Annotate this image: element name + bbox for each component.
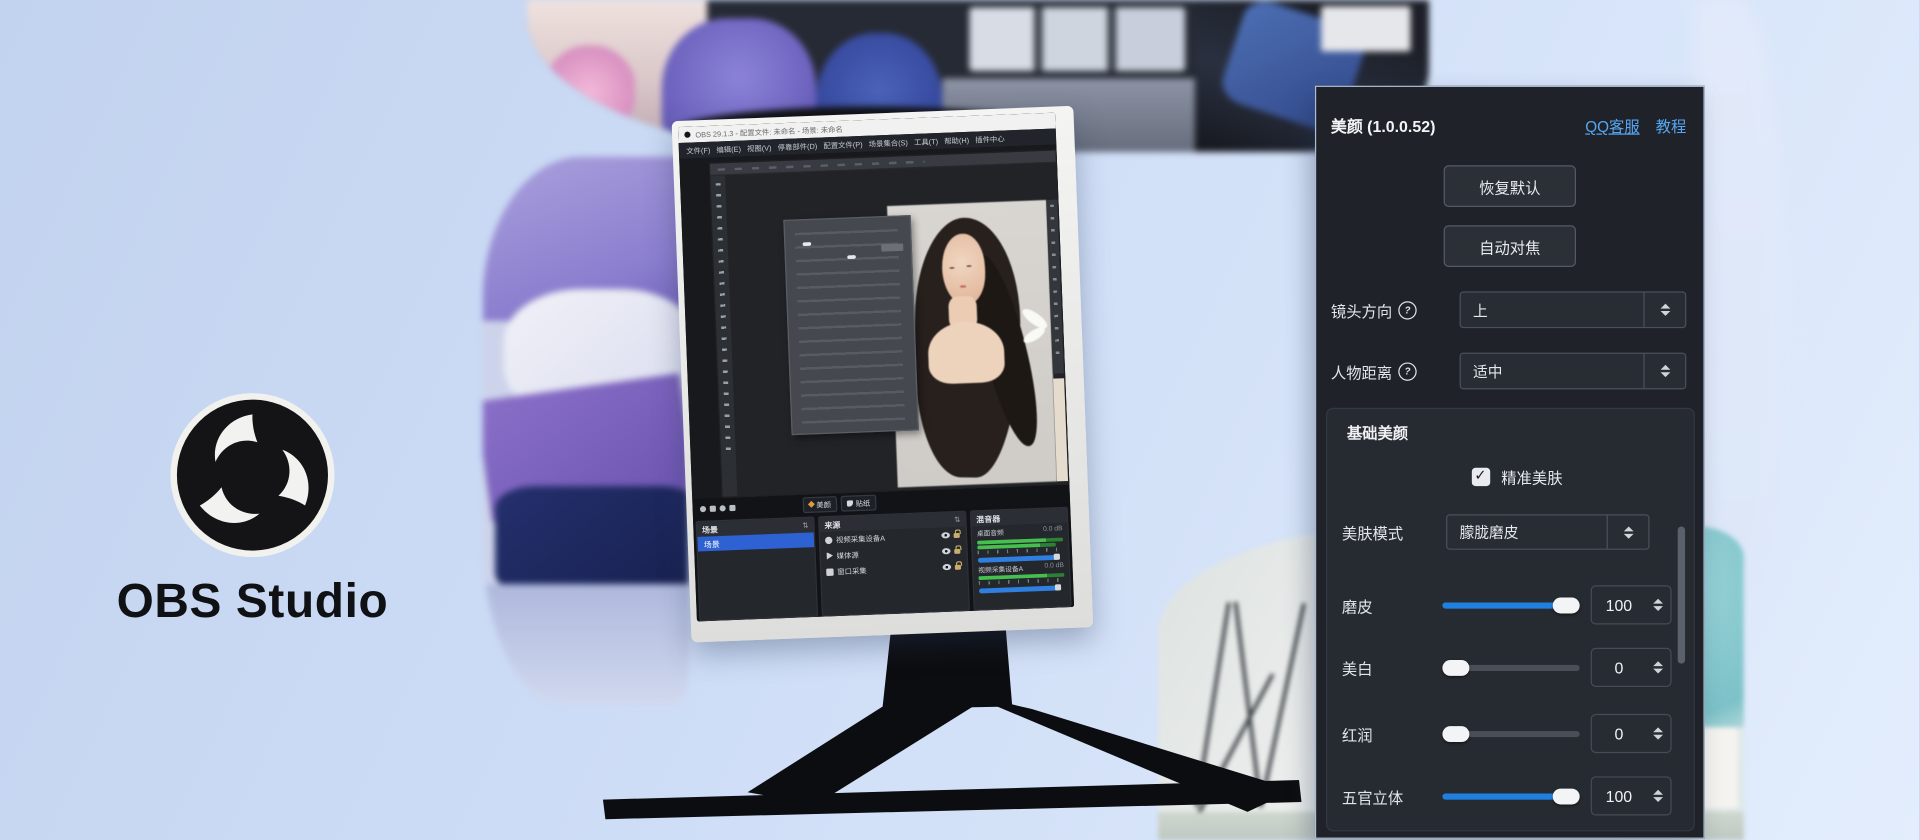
precise-skin-checkbox-row[interactable]: 精准美肤	[1472, 465, 1563, 488]
visibility-icon[interactable]	[942, 564, 951, 570]
menu-scene-collection[interactable]: 场景集合(S)	[868, 137, 908, 150]
background-glow-right	[1696, 0, 1787, 600]
help-icon[interactable]	[1398, 301, 1416, 319]
select-spinner[interactable]	[1607, 516, 1649, 549]
beauty-plugin-window: 美颜 (1.0.0.52) QQ客服 教程 恢复默认 自动对焦 镜头方向 上 人…	[1315, 86, 1705, 839]
slider-track[interactable]	[1442, 664, 1579, 670]
menu-file[interactable]: 文件(F)	[686, 144, 711, 156]
beauty-icon	[808, 501, 815, 508]
slider-handle[interactable]	[1442, 659, 1469, 675]
menu-profile[interactable]: 配置文件(P)	[823, 138, 863, 151]
smoothing-slider-row: 磨皮 100	[1342, 587, 1677, 624]
sticker-icon	[847, 500, 853, 506]
visibility-icon[interactable]	[942, 548, 951, 554]
slider-track[interactable]	[1442, 730, 1579, 736]
basic-beauty-group: 基础美颜 精准美肤 美肤模式 朦胧磨皮 磨皮 100	[1326, 408, 1695, 832]
value-spinner[interactable]	[1646, 587, 1671, 624]
app-name: OBS Studio	[44, 576, 461, 630]
checkbox-checked[interactable]	[1472, 468, 1490, 486]
skin-mode-row: 美肤模式 朦胧磨皮	[1342, 514, 1677, 550]
camera-direction-row: 镜头方向 上	[1331, 291, 1686, 328]
lock-icon[interactable]	[954, 548, 960, 553]
beauty-dock-button[interactable]: 美颜	[803, 495, 838, 512]
menu-docks[interactable]: 停靠部件(D)	[777, 140, 817, 153]
select-spinner[interactable]	[1643, 354, 1685, 388]
mixer-header: 混音器	[976, 512, 1000, 525]
beauty-panel-title: 美颜 (1.0.0.52)	[1331, 114, 1435, 137]
rosy-value-box[interactable]: 0	[1591, 714, 1672, 753]
obs-titlebar-icon	[684, 132, 690, 138]
person-distance-row: 人物距离 适中	[1331, 353, 1686, 390]
sources-collapse-icon[interactable]: ⇅	[954, 515, 960, 524]
slider-handle[interactable]	[1553, 788, 1580, 804]
dock-mini-icons	[700, 504, 736, 511]
person-distance-select[interactable]: 适中	[1460, 353, 1687, 390]
menu-plugin-center[interactable]: 插件中心	[975, 133, 1005, 145]
mixer-panel: 混音器 桌面音频 0.0 dB 视频采集设备A 0.0 dB	[970, 507, 1072, 611]
mixer-channel-label: 桌面音频 0.0 dB	[977, 525, 1063, 538]
select-spinner[interactable]	[1643, 293, 1685, 327]
menu-tools[interactable]: 工具(T)	[914, 136, 939, 148]
slider-handle[interactable]	[1553, 597, 1580, 613]
skin-mode-select[interactable]: 朦胧磨皮	[1446, 514, 1649, 550]
obs-logo	[170, 393, 334, 557]
autofocus-button[interactable]: 自动对焦	[1444, 225, 1576, 267]
volume-slider[interactable]	[979, 585, 1060, 592]
editor-window	[709, 149, 1070, 498]
editor-canvas	[725, 163, 1068, 496]
qq-support-link[interactable]: QQ客服	[1585, 114, 1639, 137]
monitor: OBS 29.1.3 - 配置文件: 未命名 - 场景: 未命名 文件(F) 编…	[672, 106, 1094, 643]
scenes-header: 场景	[702, 523, 718, 536]
help-icon[interactable]	[1398, 362, 1416, 380]
tutorial-link[interactable]: 教程	[1656, 114, 1687, 137]
menu-view[interactable]: 视图(V)	[747, 142, 772, 154]
basic-beauty-title: 基础美颜	[1347, 420, 1408, 443]
value-spinner[interactable]	[1646, 715, 1671, 752]
scenes-panel: 场景 ⇅ 场景	[696, 516, 819, 621]
editor-floating-panel	[783, 215, 919, 435]
scene-item-selected[interactable]: 场景	[697, 532, 814, 551]
restore-defaults-button[interactable]: 恢复默认	[1444, 165, 1576, 207]
facial-depth-slider-row: 五官立体 100	[1342, 778, 1677, 815]
window-capture-icon	[826, 568, 834, 576]
whitening-slider-row: 美白 0	[1342, 649, 1677, 686]
facial-depth-value-box[interactable]: 100	[1591, 776, 1672, 815]
value-spinner[interactable]	[1646, 778, 1671, 815]
value-spinner[interactable]	[1646, 649, 1671, 686]
lock-icon[interactable]	[955, 564, 961, 569]
sources-header: 来源	[824, 518, 840, 531]
menu-edit[interactable]: 编辑(E)	[716, 143, 741, 155]
whitening-value-box[interactable]: 0	[1591, 648, 1672, 687]
media-play-icon	[826, 552, 834, 560]
scenes-collapse-icon[interactable]: ⇅	[802, 521, 808, 530]
obs-window: OBS 29.1.3 - 配置文件: 未命名 - 场景: 未命名 文件(F) 编…	[678, 113, 1074, 622]
obs-bottom-panels: 场景 ⇅ 场景 来源 ⇅ 视频采集设备A	[693, 504, 1074, 621]
camera-direction-select[interactable]: 上	[1460, 291, 1687, 328]
lock-icon[interactable]	[954, 532, 960, 537]
smoothing-value-box[interactable]: 100	[1591, 585, 1672, 624]
slider-track[interactable]	[1442, 793, 1579, 799]
rosy-slider-row: 红润 0	[1342, 715, 1677, 752]
visibility-icon[interactable]	[941, 532, 950, 538]
promo-canvas: OBS Studio OBS 29.1.3 - 配置文件: 未命名 - 场景: …	[0, 0, 1919, 840]
obs-preview	[679, 144, 1069, 499]
slider-track[interactable]	[1442, 602, 1579, 608]
slider-handle[interactable]	[1442, 726, 1469, 742]
monitor-stand	[600, 618, 1311, 824]
scrollbar[interactable]	[1678, 527, 1685, 664]
menu-help[interactable]: 帮助(H)	[944, 134, 969, 146]
sources-panel: 来源 ⇅ 视频采集设备A 媒体源	[818, 511, 970, 617]
sticker-dock-button[interactable]: 贴纸	[840, 494, 876, 511]
camera-icon	[825, 536, 833, 544]
